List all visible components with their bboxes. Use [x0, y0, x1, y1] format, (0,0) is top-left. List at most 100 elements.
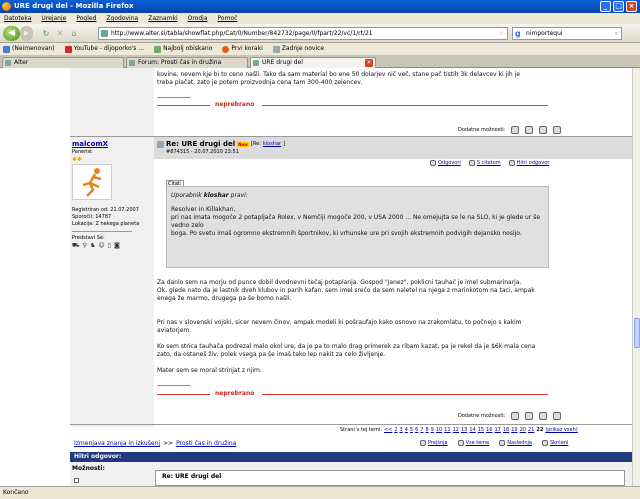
prev-thread-button[interactable]: Prejšnja — [420, 440, 448, 446]
close-window-button[interactable]: × — [626, 1, 637, 12]
tab-alter[interactable]: Alter — [2, 57, 124, 68]
window-title-bar: URE drugi del - Mozilla Firefox _ □ × — [0, 0, 640, 13]
quick-reply-subject[interactable]: Re: URE drugi del — [155, 470, 625, 486]
person-icon[interactable]: ☺ — [98, 242, 104, 250]
print-icon[interactable] — [511, 126, 520, 134]
next-icon — [499, 440, 506, 446]
back-arrow-icon[interactable]: ◀ — [3, 26, 20, 41]
bookmark-latest-news[interactable]: Zadnje novice — [272, 43, 324, 55]
next-thread-button[interactable]: Naslednja — [499, 440, 532, 446]
tab-forum[interactable]: Forum: Prosti čas in družina — [126, 57, 248, 68]
pagination-page-link[interactable]: 8 — [425, 427, 428, 433]
pagination-page-link[interactable]: 13 — [461, 427, 467, 433]
menu-file[interactable]: Datoteka — [4, 13, 31, 24]
collapse-icon — [541, 440, 548, 446]
dog-icon[interactable]: ♞ — [90, 242, 95, 250]
new-badge: New — [237, 141, 249, 147]
bookmark-getting-started[interactable]: Prvi koraki — [222, 43, 263, 55]
car-icon[interactable]: ⛟ — [72, 242, 80, 250]
reply-to-close: ] — [283, 141, 286, 147]
tab-ure-drugi-del[interactable]: URE drugi del × — [250, 57, 376, 68]
settings-icon[interactable] — [539, 412, 548, 420]
pagination-page-link[interactable]: 7 — [420, 427, 423, 433]
bookmark-unnamed[interactable]: (Neimenovan) — [3, 43, 55, 55]
pagination-current: 22 — [536, 427, 544, 433]
avatar — [72, 164, 112, 200]
pagination-page-link[interactable]: 12 — [453, 427, 459, 433]
folder-icon — [154, 45, 162, 53]
address-bar[interactable]: http://www.alter.si/tabla/showflat.php/C… — [98, 27, 508, 40]
pagination-prev[interactable]: << — [384, 427, 392, 433]
pagination-page-link[interactable]: 19 — [511, 427, 517, 433]
bookmark-youtube[interactable]: YouTube - dijoporko's ... — [64, 43, 144, 55]
bookmark-star-icon[interactable]: ☆ — [499, 28, 504, 39]
pagination-page-link[interactable]: 17 — [494, 427, 500, 433]
menu-help[interactable]: Pomoč — [218, 13, 238, 24]
tab-bar: Alter Forum: Prosti čas in družina URE d… — [0, 55, 640, 68]
stop-icon[interactable]: ✕ — [54, 28, 66, 39]
pagination-page-link[interactable]: 2 — [394, 427, 397, 433]
pagination-all[interactable]: (prikaz vseh) — [545, 427, 577, 433]
all-threads-button[interactable]: Vse teme — [457, 440, 489, 446]
reply-to-user-link[interactable]: kloshar — [263, 141, 281, 147]
forward-icon[interactable] — [553, 126, 562, 134]
search-icon[interactable]: ⌕ — [615, 28, 618, 39]
alert-icon[interactable] — [525, 412, 534, 420]
quick-reply-options: Možnosti: — [72, 465, 105, 472]
pagination-page-link[interactable]: 21 — [528, 427, 534, 433]
maximize-button[interactable]: □ — [613, 1, 624, 12]
pagination-page-link[interactable]: 20 — [520, 427, 526, 433]
forward-icon[interactable] — [553, 412, 562, 420]
search-box[interactable]: g nimportequi ⌕ — [512, 27, 622, 40]
post-icon — [157, 140, 164, 148]
reload-icon[interactable]: ↻ — [40, 28, 52, 39]
status-text: Končano — [3, 489, 29, 496]
alert-icon[interactable] — [525, 126, 534, 134]
scrollbar-thumb[interactable] — [634, 318, 640, 348]
bike-icon[interactable]: ⚲ — [83, 242, 87, 250]
menu-history[interactable]: Zgodovina — [106, 13, 138, 24]
pagination-page-link[interactable]: 10 — [436, 427, 442, 433]
option-checkbox[interactable] — [74, 478, 79, 483]
vertical-scrollbar[interactable] — [632, 68, 640, 486]
pagination-page-link[interactable]: 18 — [503, 427, 509, 433]
breadcrumb-forum[interactable]: Prosti čas in družina — [176, 440, 236, 447]
quote-button[interactable]: S citatom — [468, 160, 501, 166]
close-tab-icon[interactable]: × — [365, 59, 373, 67]
quote-icon — [468, 160, 475, 166]
user-name-link[interactable]: malcomX — [72, 140, 108, 148]
prev-icon — [420, 440, 426, 446]
bookmark-most-visited[interactable]: Najbolj obiskano — [154, 43, 212, 55]
phone-icon[interactable]: ▯ — [108, 242, 111, 250]
quick-reply-button[interactable]: Hitri odgovor — [508, 160, 549, 166]
reply-button[interactable]: Odgovori — [430, 160, 461, 166]
tab-favicon — [5, 60, 11, 66]
thread-nav: Prejšnja Vse teme Naslednja Skrčeni — [420, 440, 568, 446]
menu-bookmarks[interactable]: Zaznamki — [148, 13, 177, 24]
breadcrumb: Izmenjava znanja in izkušenj >> Prosti č… — [74, 440, 237, 447]
pagination-page-link[interactable]: 16 — [486, 427, 492, 433]
tab-favicon — [253, 60, 259, 66]
print-icon[interactable] — [511, 412, 520, 420]
collapse-button[interactable]: Skrčeni — [541, 440, 568, 446]
pagination-page-link[interactable]: 14 — [469, 427, 475, 433]
home-icon[interactable]: ⌂ — [68, 28, 80, 39]
pagination-page-link[interactable]: 9 — [431, 427, 434, 433]
user-rank: Panerist — [72, 149, 93, 155]
settings-icon[interactable] — [539, 126, 548, 134]
menu-edit[interactable]: Urejanje — [41, 13, 66, 24]
pagination-page-link[interactable]: 4 — [405, 427, 408, 433]
pagination-page-link[interactable]: 3 — [400, 427, 403, 433]
pagination-page-link[interactable]: 5 — [410, 427, 413, 433]
address-url: http://www.alter.si/tabla/showflat.php/C… — [111, 30, 373, 37]
menu-tools[interactable]: Orodja — [188, 13, 208, 24]
pagination: Strani v tej temi: << 2 3 4 5 6 7 8 9 10 11 12 13 14… — [340, 427, 578, 433]
pagination-page-link[interactable]: 15 — [478, 427, 484, 433]
pagination-page-link[interactable]: 6 — [415, 427, 418, 433]
camera-icon[interactable]: ◙ — [114, 242, 120, 250]
minimize-button[interactable]: _ — [600, 1, 611, 12]
forward-arrow-icon[interactable]: ▶ — [20, 26, 33, 41]
breadcrumb-forum-group[interactable]: Izmenjava znanja in izkušenj — [74, 440, 160, 447]
menu-view[interactable]: Pogled — [76, 13, 96, 24]
pagination-page-link[interactable]: 11 — [444, 427, 450, 433]
